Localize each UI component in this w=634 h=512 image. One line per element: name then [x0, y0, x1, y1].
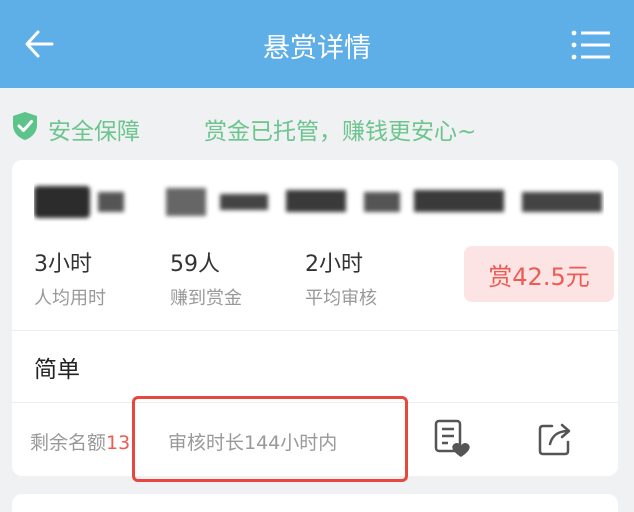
share-icon: [538, 423, 571, 456]
shield-check-icon: [13, 112, 37, 140]
page-title: 悬赏详情: [263, 33, 371, 64]
remaining-count: 13: [106, 432, 131, 454]
stat-average-review: 2小时 平均审核: [305, 252, 377, 309]
difficulty-label: 简单: [34, 357, 80, 383]
safety-guarantee-row: 安全保障 赏金已托管，赚钱更安心~: [0, 104, 634, 146]
task-title: [34, 182, 604, 222]
favorite-button[interactable]: [432, 418, 472, 460]
reward-badge: 赏42.5元: [464, 246, 614, 302]
stat-average-time: 3小时 人均用时: [34, 252, 106, 309]
highlight-annotation: [132, 396, 408, 482]
menu-button[interactable]: [566, 24, 616, 66]
menu-icon: [571, 30, 610, 60]
safety-description: 赏金已托管，赚钱更安心~: [204, 119, 477, 145]
remaining-slots: 剩余名额13: [30, 432, 131, 454]
share-button[interactable]: [536, 420, 574, 458]
divider: [12, 330, 618, 331]
top-nav-bar: 悬赏详情: [0, 0, 634, 88]
stat-earned-count: 59人 赚到赏金: [170, 252, 242, 309]
safety-label: 安全保障: [48, 119, 140, 145]
next-card: [12, 494, 618, 512]
task-card: 3小时 人均用时 59人 赚到赏金 2小时 平均审核 赏42.5元 简单 剩余名…: [12, 160, 618, 482]
document-heart-icon: [434, 419, 470, 457]
